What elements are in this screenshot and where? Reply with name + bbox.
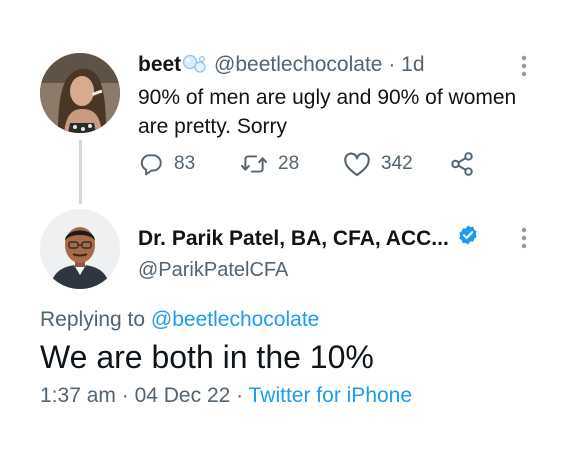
share-icon [449,151,475,177]
avatar-beetlechocolate[interactable] [40,53,120,133]
replying-to-label: Replying to [40,308,146,331]
parent-tweet-age[interactable]: 1d [401,53,424,76]
like-button[interactable]: 342 [343,149,413,179]
reply-tweet-text: We are both in the 10% [40,339,374,375]
replying-to-line: Replying to @beetlechocolate [40,306,319,334]
more-options-icon[interactable] [516,224,532,252]
reply-button[interactable]: 83 [138,149,195,179]
like-count: 342 [381,153,413,174]
parent-tweet-header: beet @beetlechocolate · 1d [138,53,425,80]
heart-icon [343,151,371,177]
parent-tweet-text: 90% of men are ugly and 90% of women are… [138,86,517,138]
meta-separator: · [121,384,129,407]
header-separator: · [388,53,396,76]
tweet-source-link[interactable]: Twitter for iPhone [249,384,412,407]
bubbles-icon [182,54,208,80]
verified-badge-icon [457,224,479,253]
replying-to-link[interactable]: @beetlechocolate [151,308,319,331]
tweet-date[interactable]: 04 Dec 22 [135,384,231,407]
avatar-photo-icon [40,53,120,133]
reply-display-name[interactable]: Dr. Parik Patel, BA, CFA, ACC... [138,226,449,252]
reply-icon [138,151,164,177]
parent-display-name[interactable]: beet [138,53,181,76]
more-options-icon[interactable] [516,52,532,80]
meta-separator: · [236,384,244,407]
reply-display-name-row: Dr. Parik Patel, BA, CFA, ACC... [138,224,479,253]
thread-connector-line [79,140,82,204]
retweet-button[interactable]: 28 [240,149,299,179]
avatar-photo-icon [40,209,120,289]
retweet-icon [240,151,268,177]
retweet-count: 28 [278,153,300,174]
share-button[interactable] [449,149,475,179]
parent-handle[interactable]: @beetlechocolate [214,53,382,76]
tweet-meta-line: 1:37 am · 04 Dec 22 · Twitter for iPhone [40,382,412,410]
reply-count: 83 [174,153,196,174]
reply-handle[interactable]: @ParikPatelCFA [138,257,288,283]
tweet-time[interactable]: 1:37 am [40,384,116,407]
avatar-parikpatelcfa[interactable] [40,209,120,289]
